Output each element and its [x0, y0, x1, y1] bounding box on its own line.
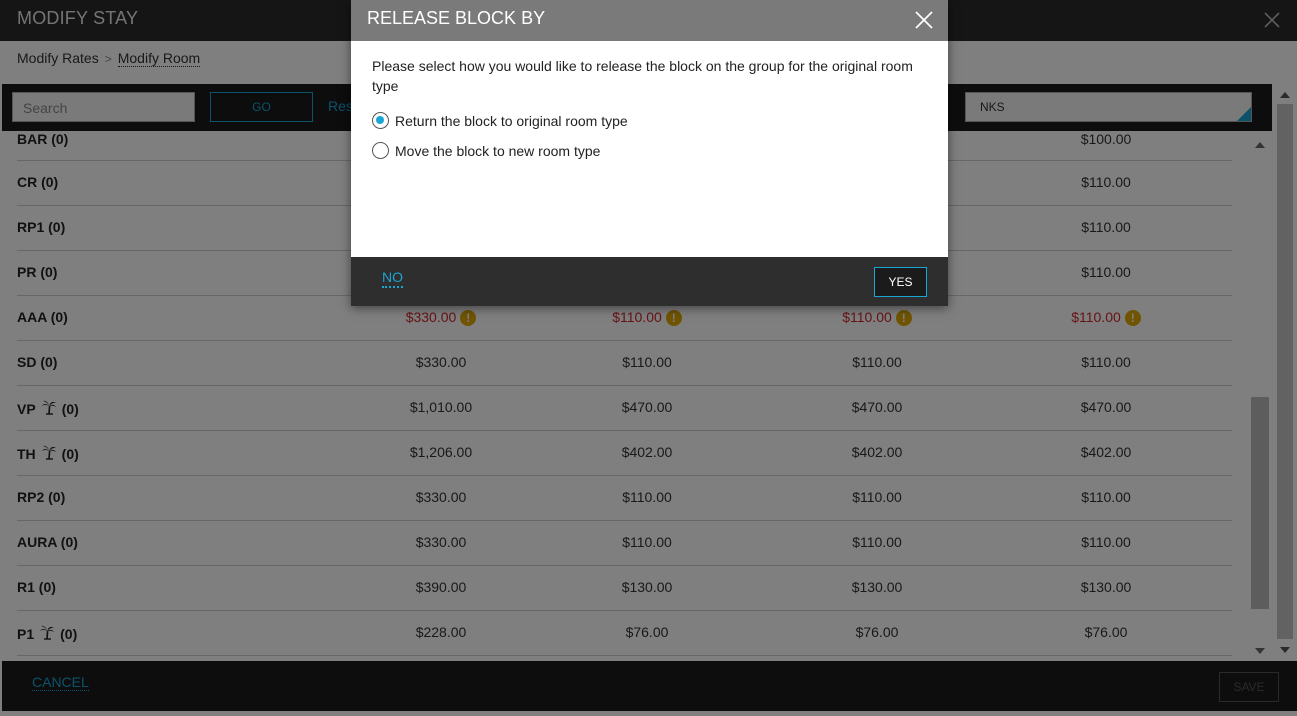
dialog-title: RELEASE BLOCK BY	[367, 8, 546, 28]
release-block-dialog: RELEASE BLOCK BY Please select how you w…	[351, 0, 948, 306]
dialog-header: RELEASE BLOCK BY	[351, 0, 948, 41]
dialog-prompt: Please select how you would like to rele…	[372, 58, 913, 94]
radio-unchecked-icon[interactable]	[372, 142, 389, 159]
option-return-block-label: Return the block to original room type	[395, 112, 628, 129]
option-move-block[interactable]: Move the block to new room type	[372, 142, 600, 159]
option-move-block-label: Move the block to new room type	[395, 142, 601, 159]
yes-button[interactable]: YES	[874, 267, 927, 297]
radio-checked-icon[interactable]	[372, 112, 389, 129]
dialog-footer: NO YES	[351, 257, 948, 306]
close-icon[interactable]	[912, 8, 936, 32]
no-button[interactable]: NO	[382, 269, 403, 288]
option-return-block[interactable]: Return the block to original room type	[372, 112, 628, 129]
